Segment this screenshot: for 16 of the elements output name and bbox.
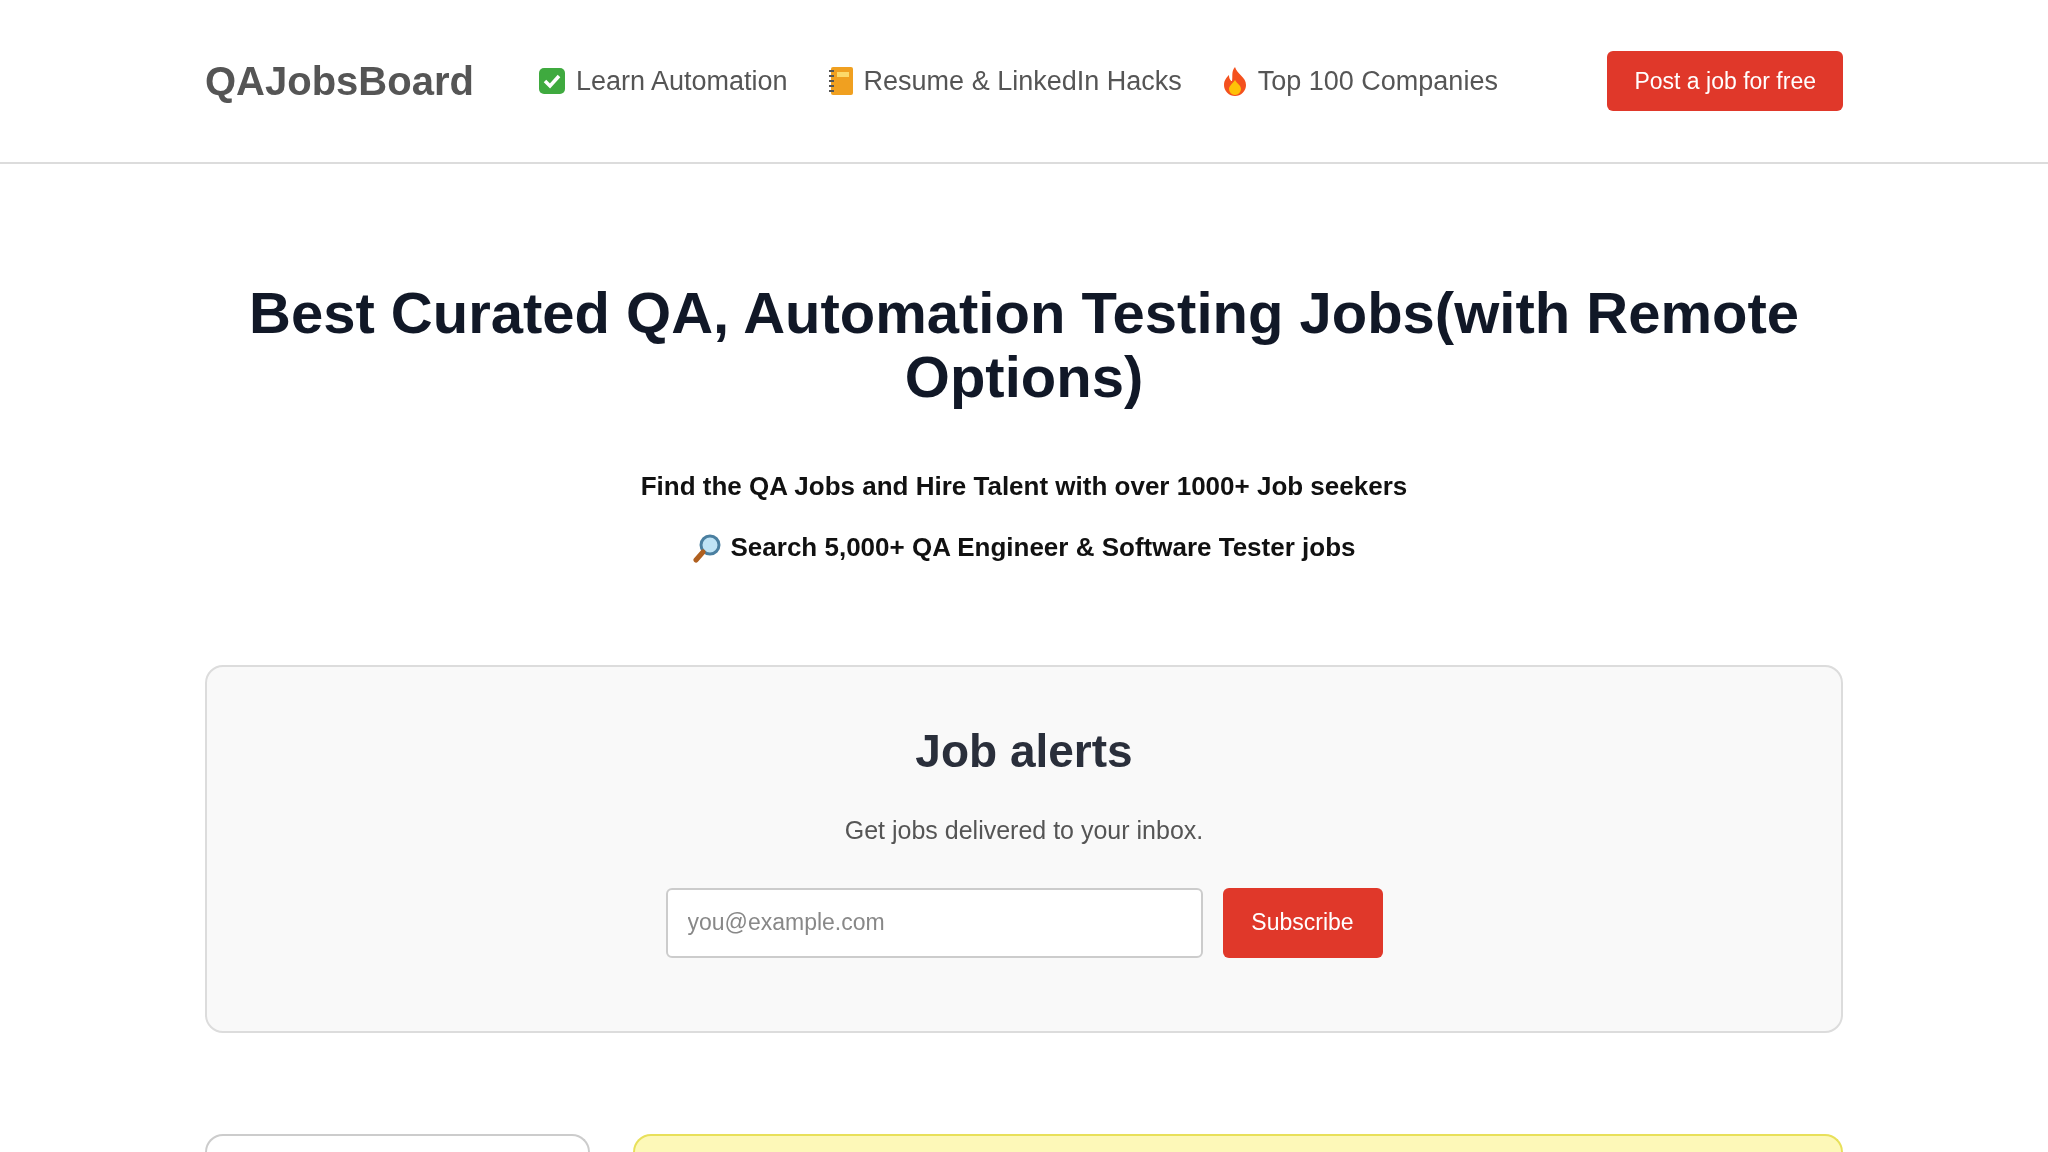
flame-icon <box>1221 66 1248 96</box>
hero-tagline: Search 5,000+ QA Engineer & Software Tester jobs <box>730 531 1356 564</box>
check-icon <box>537 67 566 95</box>
email-field[interactable]: you@example.com <box>665 887 1203 958</box>
nav-link[interactable]: Resume & LinkedIn Hacks <box>863 60 1182 102</box>
nav-link[interactable]: Top 100 Companies <box>1257 60 1498 102</box>
search-icon <box>692 532 723 563</box>
post-job-button[interactable]: Post a job for free <box>1607 51 1843 111</box>
hero-tagline: Find the QA Jobs and Hire Talent with over 1000+ Job seekers <box>640 470 1408 503</box>
subscribe-button[interactable]: Subscribe <box>1222 887 1383 958</box>
nav-link[interactable]: Learn Automation <box>575 60 788 102</box>
hero-title: Best Curated QA, Automation Testing Jobs(with Remote Options) <box>248 281 1800 409</box>
notebook-icon <box>827 66 854 96</box>
job-alerts-heading: Job alerts <box>915 724 1133 779</box>
job-alerts-subtitle: Get jobs delivered to your inbox. <box>844 815 1204 846</box>
site-logo[interactable]: QAJobsBoard <box>205 51 474 111</box>
